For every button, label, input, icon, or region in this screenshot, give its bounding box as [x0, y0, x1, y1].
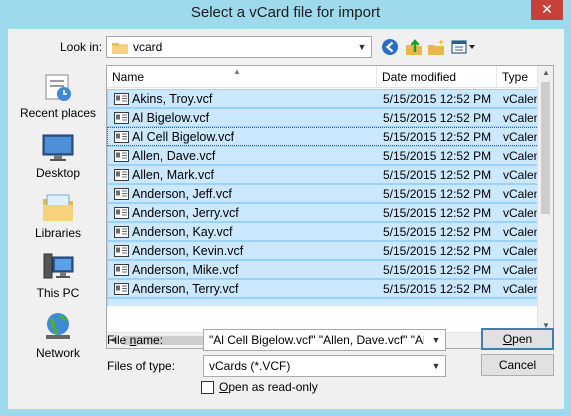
file-row[interactable]: Anderson, Kevin.vcf 5/15/2015 12:52 PM v…: [107, 241, 539, 260]
close-button[interactable]: ✕: [531, 0, 563, 20]
file-row[interactable]: Anderson, Jerry.vcf 5/15/2015 12:52 PM v…: [107, 203, 539, 222]
desktop-icon: [42, 134, 74, 161]
cancel-button[interactable]: Cancel: [481, 354, 554, 376]
back-icon[interactable]: [380, 37, 400, 57]
title-bar: Select a vCard file for import ✕: [0, 0, 571, 28]
vcard-file-icon: [114, 283, 129, 295]
file-name-label: File name:: [107, 333, 164, 347]
place-recent-places[interactable]: Recent places: [12, 69, 104, 127]
vcard-file-icon: [114, 188, 129, 200]
open-read-only-checkbox[interactable]: [201, 381, 214, 394]
file-list[interactable]: Name ▲ Date modified Type Akins, Troy.vc…: [106, 65, 554, 349]
file-row[interactable]: Akins, Troy.vcf 5/15/2015 12:52 PM vCale…: [107, 89, 539, 108]
vcard-file-icon: [114, 131, 129, 143]
vcard-file-icon: [114, 112, 129, 124]
place-label: Recent places: [19, 106, 97, 120]
file-row[interactable]: Anderson, Jeff.vcf 5/15/2015 12:52 PM vC…: [107, 184, 539, 203]
file-row[interactable]: Al Bigelow.vcf 5/15/2015 12:52 PM vCalen: [107, 108, 539, 127]
file-row-partial[interactable]: [107, 298, 539, 306]
files-of-type-select[interactable]: vCards (*.VCF) ▼: [203, 355, 446, 377]
this-pc-icon: [43, 253, 74, 279]
open-button[interactable]: Open: [481, 328, 554, 350]
file-row[interactable]: Allen, Dave.vcf 5/15/2015 12:52 PM vCale…: [107, 146, 539, 165]
dialog-client: Look in: vcard ▼ Recent places Desktop L…: [8, 29, 564, 409]
place-desktop[interactable]: Desktop: [12, 129, 104, 187]
vcard-file-icon: [114, 207, 129, 219]
place-label: This PC: [36, 286, 80, 300]
vcard-file-icon: [114, 226, 129, 238]
network-icon: [46, 313, 70, 339]
file-row[interactable]: Al Cell Bigelow.vcf 5/15/2015 12:52 PM v…: [107, 127, 539, 146]
file-name-field[interactable]: "Al Cell Bigelow.vcf" "Allen, Dave.vcf" …: [203, 329, 446, 351]
column-header-date[interactable]: Date modified: [377, 66, 497, 88]
recent-places-icon: [45, 74, 71, 101]
places-bar: Recent places Desktop Libraries This PC …: [12, 65, 104, 365]
vcard-file-icon: [114, 245, 129, 257]
file-row[interactable]: Allen, Mark.vcf 5/15/2015 12:52 PM vCale…: [107, 165, 539, 184]
file-row[interactable]: Anderson, Terry.vcf 5/15/2015 12:52 PM v…: [107, 279, 539, 298]
vcard-file-icon: [114, 169, 129, 181]
vcard-file-icon: [114, 264, 129, 276]
new-folder-icon[interactable]: [426, 37, 446, 57]
open-read-only-label[interactable]: Open as read-only: [219, 380, 318, 394]
sort-ascending-icon: ▲: [233, 67, 241, 76]
vcard-file-icon: [114, 150, 129, 162]
place-libraries[interactable]: Libraries: [12, 189, 104, 247]
chevron-down-icon[interactable]: ▼: [353, 37, 371, 57]
vertical-scroll-thumb[interactable]: [541, 82, 550, 214]
chevron-down-icon[interactable]: ▼: [427, 356, 445, 376]
vertical-scrollbar[interactable]: ▲ ▼: [537, 66, 553, 332]
window-title: Select a vCard file for import: [190, 4, 381, 21]
files-of-type-label: Files of type:: [107, 359, 176, 373]
list-header: Name ▲ Date modified Type: [107, 66, 539, 88]
chevron-down-icon[interactable]: ▼: [427, 330, 445, 350]
up-folder-icon[interactable]: [404, 37, 424, 57]
libraries-icon: [43, 194, 73, 221]
place-label: Network: [35, 346, 80, 360]
files-of-type-value: vCards (*.VCF): [209, 359, 291, 373]
column-header-type[interactable]: Type: [497, 66, 539, 88]
folder-icon: [112, 43, 128, 54]
vcard-file-icon: [114, 93, 129, 105]
view-menu-icon[interactable]: [450, 37, 478, 57]
file-name-value: "Al Cell Bigelow.vcf" "Allen, Dave.vcf" …: [209, 333, 424, 347]
look-in-combo[interactable]: vcard ▼: [106, 36, 372, 58]
place-label: Desktop: [35, 166, 81, 180]
look-in-label: Look in:: [60, 40, 103, 54]
scroll-up-icon[interactable]: ▲: [538, 68, 553, 77]
place-this-pc[interactable]: This PC: [12, 249, 104, 307]
file-row[interactable]: Anderson, Kay.vcf 5/15/2015 12:52 PM vCa…: [107, 222, 539, 241]
place-label: Libraries: [34, 226, 82, 240]
place-network[interactable]: Network: [12, 309, 104, 367]
column-header-name[interactable]: Name ▲: [107, 66, 377, 88]
look-in-value: vcard: [133, 40, 163, 54]
file-row[interactable]: Anderson, Mike.vcf 5/15/2015 12:52 PM vC…: [107, 260, 539, 279]
